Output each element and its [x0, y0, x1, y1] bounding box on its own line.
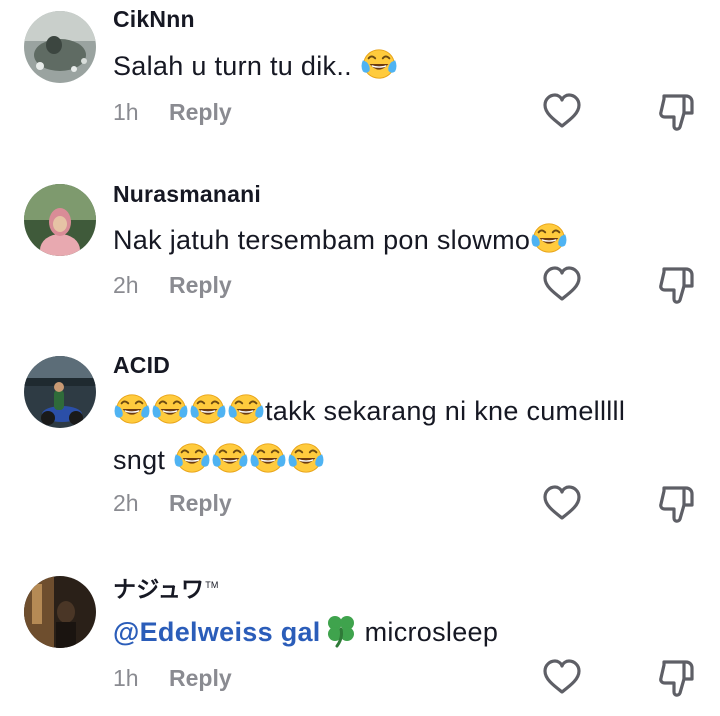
reply-button[interactable]: Reply [169, 490, 232, 516]
trademark-mark: TM [205, 580, 219, 591]
comment-meta: 1h Reply [113, 665, 232, 692]
heart-icon[interactable] [541, 483, 583, 525]
thumbs-down-icon[interactable] [656, 483, 698, 525]
avatar[interactable] [24, 356, 96, 428]
laughing-tears-emoji [113, 392, 151, 426]
laughing-tears-emoji [173, 441, 211, 475]
username[interactable]: CikNnn [113, 6, 195, 33]
comment-meta: 1h Reply [113, 99, 232, 126]
reply-button[interactable]: Reply [169, 665, 232, 691]
reply-button[interactable]: Reply [169, 272, 232, 298]
laughing-tears-emoji [189, 392, 227, 426]
heart-icon[interactable] [541, 657, 583, 699]
reply-button[interactable]: Reply [169, 99, 232, 125]
timestamp: 1h [113, 99, 139, 125]
mention-link[interactable]: @Edelweiss gal [113, 617, 321, 647]
laughing-tears-emoji [530, 221, 568, 255]
avatar[interactable] [24, 576, 96, 648]
comment-text-part: takk sekarang ni kne cumelllll [265, 396, 626, 426]
four-leaf-clover-emoji [323, 612, 359, 648]
username-text: ナジュワ [113, 576, 205, 602]
laughing-tears-emoji [249, 441, 287, 475]
username[interactable]: ナジュワTM [113, 570, 219, 604]
comment-text: takk sekarang ni kne cumelllll sngt [113, 387, 693, 485]
comment-text: Nak jatuh tersembam pon slowmo [113, 216, 693, 265]
timestamp: 1h [113, 665, 139, 691]
username[interactable]: Nurasmanani [113, 181, 261, 208]
laughing-tears-emoji [211, 441, 249, 475]
avatar[interactable] [24, 184, 96, 256]
laughing-tears-emoji [287, 441, 325, 475]
heart-icon[interactable] [541, 91, 583, 133]
comment-text: Salah u turn tu dik.. [113, 42, 693, 91]
comment-text: @Edelweiss gal microsleep [113, 608, 693, 657]
laughing-tears-emoji [227, 392, 265, 426]
thumbs-down-icon[interactable] [656, 91, 698, 133]
comment-meta: 2h Reply [113, 490, 232, 517]
comment-text-part: Nak jatuh tersembam pon slowmo [113, 225, 531, 255]
comment-meta: 2h Reply [113, 272, 232, 299]
timestamp: 2h [113, 272, 139, 298]
comment-text-part: Salah u turn tu dik.. [113, 51, 360, 81]
avatar[interactable] [24, 11, 96, 83]
timestamp: 2h [113, 490, 139, 516]
thumbs-down-icon[interactable] [656, 264, 698, 306]
comment-text-part: sngt [113, 445, 174, 475]
comment-text-part: microsleep [364, 617, 499, 647]
username[interactable]: ACID [113, 352, 170, 379]
heart-icon[interactable] [541, 264, 583, 306]
thumbs-down-icon[interactable] [656, 657, 698, 699]
laughing-tears-emoji [151, 392, 189, 426]
laughing-tears-emoji [360, 47, 398, 81]
